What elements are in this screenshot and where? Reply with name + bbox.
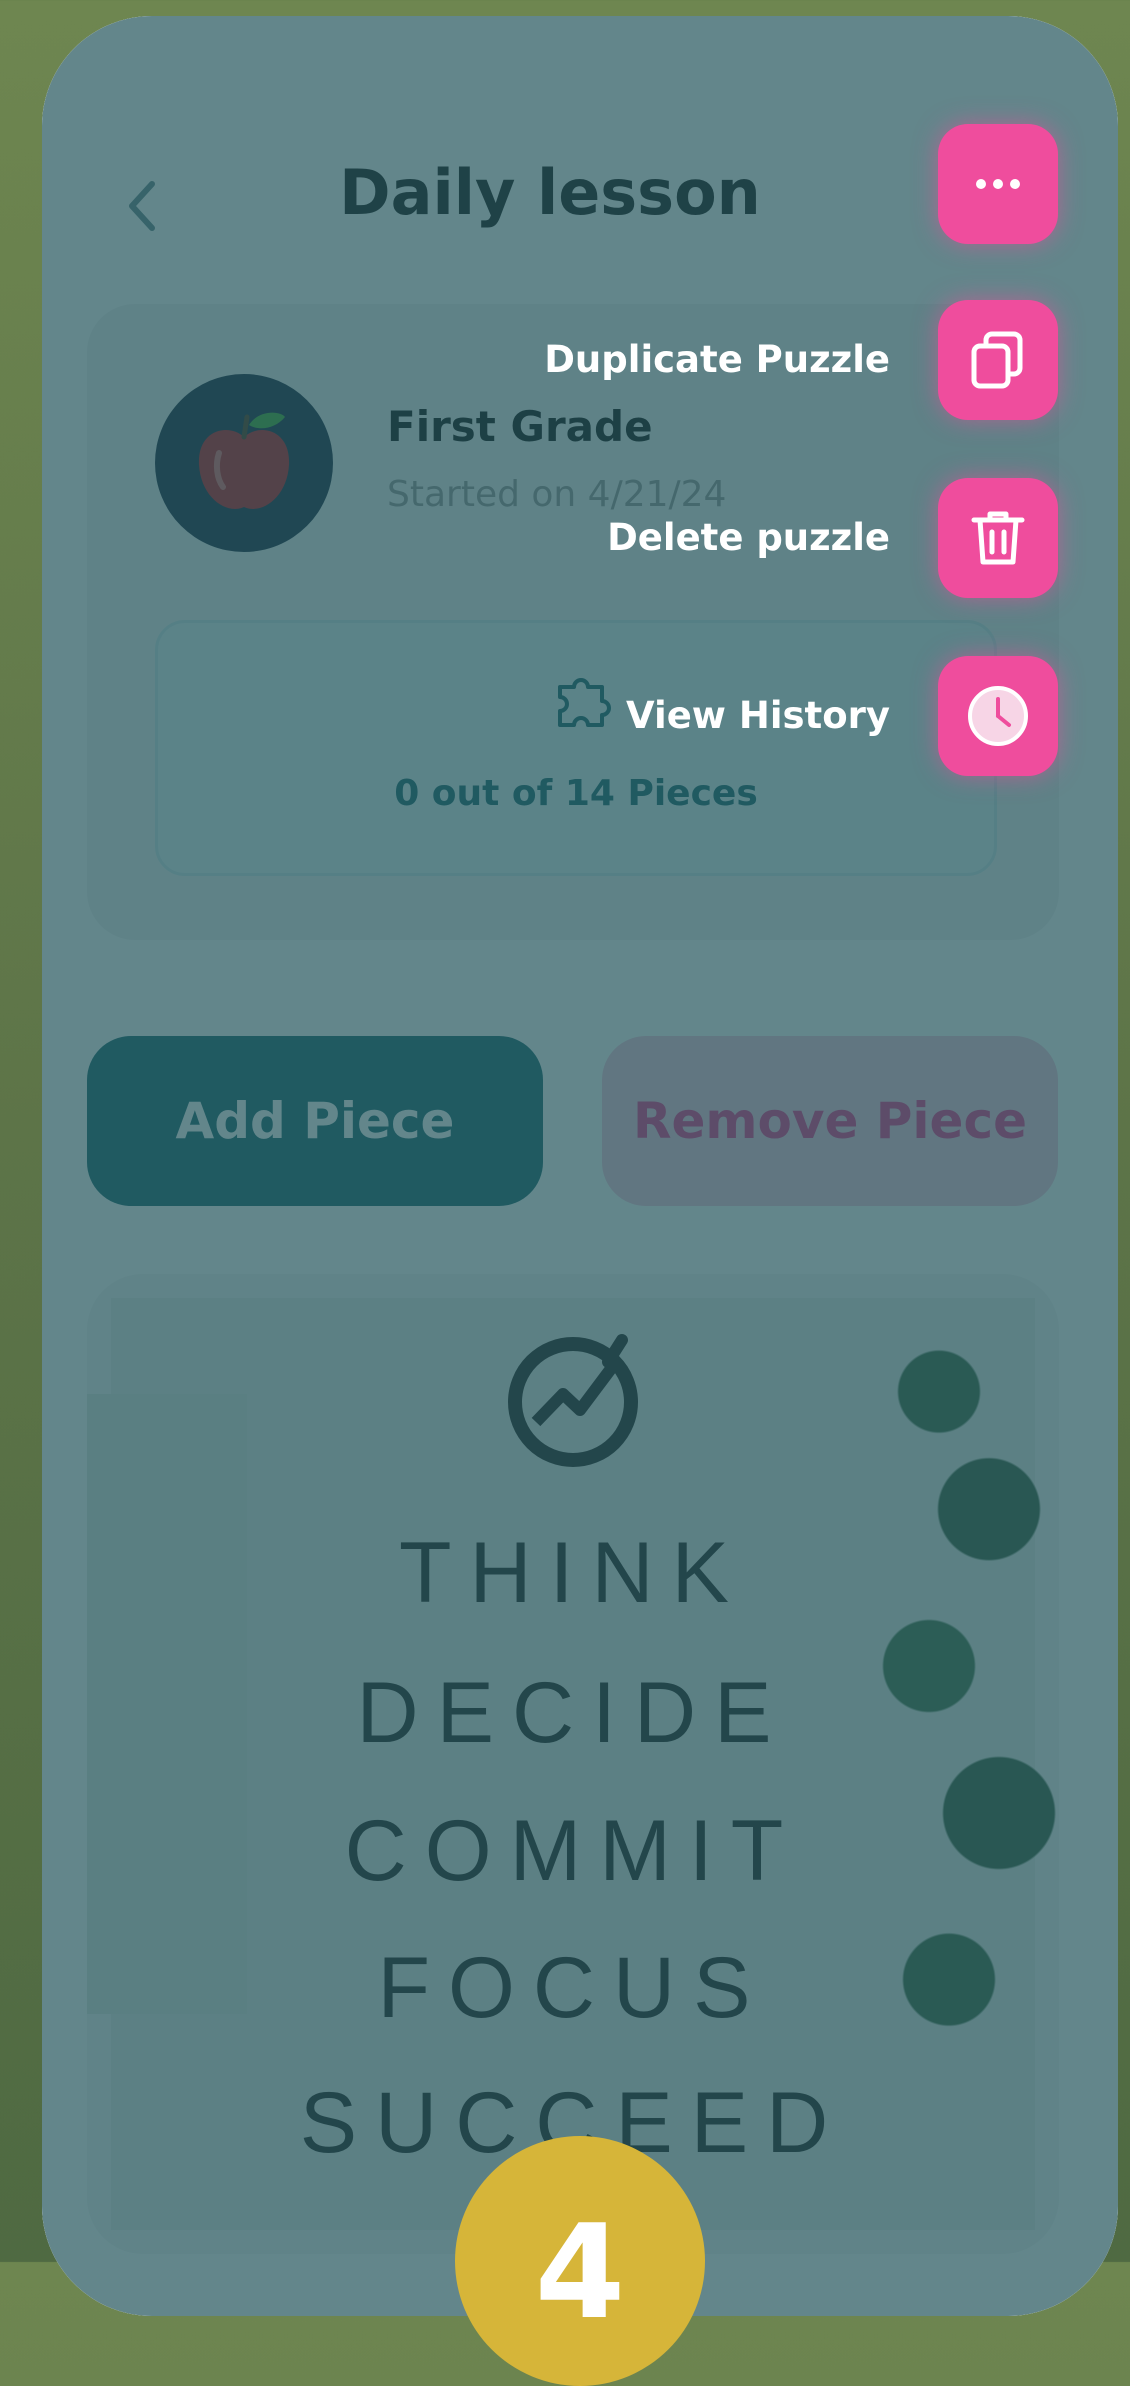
apple-avatar [155,374,333,552]
lesson-card: First Grade Started on 4/21/24 0 out of … [87,304,1059,940]
trash-icon [971,511,1025,565]
started-date: Started on 4/21/24 [387,474,727,515]
remove-piece-button[interactable]: Remove Piece [602,1036,1058,1206]
view-history-label[interactable]: View History [626,694,890,737]
apple-icon [198,412,290,509]
poster-word: COMMIT [344,1803,802,1899]
grade-title: First Grade [387,402,653,451]
step-number-badge: 4 [455,2136,705,2386]
more-icon [976,179,1020,189]
pieces-progress: 0 out of 14 Pieces [394,773,758,814]
copy-icon [971,331,1023,389]
puzzle-piece-icon [558,678,611,727]
clock-icon [968,686,1028,746]
poster-word: FOCUS [377,1940,769,2036]
view-history-button[interactable] [938,656,1058,776]
puzzle-image: THINK DECIDE COMMIT FOCUS SUCCEED [87,1274,1059,2254]
delete-puzzle-label[interactable]: Delete puzzle [607,516,890,559]
duplicate-puzzle-button[interactable] [938,300,1058,420]
delete-puzzle-button[interactable] [938,478,1058,598]
more-menu-button[interactable] [938,124,1058,244]
progress-box: 0 out of 14 Pieces [155,620,997,876]
poster-word: THINK [399,1525,747,1621]
poster-word: DECIDE [356,1665,790,1761]
target-logo-icon [508,1334,638,1467]
add-piece-button[interactable]: Add Piece [87,1036,543,1206]
duplicate-puzzle-label[interactable]: Duplicate Puzzle [544,338,890,381]
